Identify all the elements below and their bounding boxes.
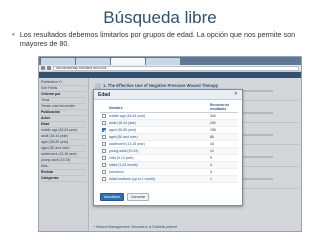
result-count: 344 — [210, 114, 216, 118]
column-header-name[interactable]: Nombre — [100, 106, 210, 110]
table-row: aged (65-80 year) 198 — [100, 127, 238, 134]
forward-icon[interactable] — [47, 66, 51, 70]
age-group-name[interactable]: aged (80 and over) — [109, 135, 210, 139]
age-group-name[interactable]: preschool — [109, 170, 210, 174]
age-group-name[interactable]: adolescent (13-18 year) — [109, 142, 210, 146]
browser-url-bar: ovid.aulaovidsp.com/beta.ovid.com/... — [39, 65, 301, 72]
table-row: infant (1-23 month) 4 — [100, 162, 238, 169]
browser-tab-bar — [39, 57, 301, 65]
back-icon[interactable] — [41, 66, 45, 70]
slide-title: Búsqueda libre — [103, 8, 217, 27]
address-input[interactable]: ovid.aulaovidsp.com/beta.ovid.com/... — [53, 65, 299, 71]
table-row: adolescent (13-18 year) 16 — [100, 141, 238, 148]
browser-tab[interactable] — [76, 58, 110, 65]
age-group-name[interactable]: aged (65-80 year) — [109, 128, 210, 132]
result-count: 3 — [210, 170, 212, 174]
bullet-dot-icon: • — [12, 30, 15, 39]
row-checkbox[interactable] — [102, 135, 106, 139]
browser-tab[interactable] — [41, 58, 75, 65]
table-row: middle age (45-64 year) 344 — [100, 113, 238, 120]
result-count: 4 — [210, 163, 212, 167]
age-group-name[interactable]: infant (1-23 month) — [109, 163, 210, 167]
modal-overlay: Edad ✕ Nombre Recuento de resultados mid… — [39, 78, 301, 231]
result-count: 86 — [210, 135, 214, 139]
row-checkbox[interactable] — [102, 177, 106, 181]
browser-tab[interactable] — [146, 58, 180, 65]
browser-tab-active[interactable] — [111, 58, 145, 65]
dialog-actions: Actualizar Cancelar — [100, 193, 150, 201]
cancel-button[interactable]: Cancelar — [126, 193, 150, 201]
table-row: aged (80 and over) 86 — [100, 134, 238, 141]
row-checkbox[interactable] — [102, 142, 106, 146]
row-checkbox[interactable] — [102, 156, 106, 160]
row-checkbox[interactable] — [102, 149, 106, 153]
age-group-name[interactable]: middle age (45-64 year) — [109, 114, 210, 118]
age-group-name[interactable]: infant newborn (up to 1 month) — [109, 177, 210, 181]
result-count: 9 — [210, 156, 212, 160]
result-count: 198 — [210, 128, 216, 132]
slide-bullet: • Los resultados debemos limitarlos por … — [12, 30, 312, 48]
row-checkbox[interactable] — [102, 163, 106, 167]
age-filter-dialog: Edad ✕ Nombre Recuento de resultados mid… — [93, 89, 243, 206]
row-checkbox[interactable] — [102, 121, 106, 125]
page-content: Publication Yr Sort Fields Ordenar por Tema… — [39, 78, 301, 231]
row-checkbox[interactable] — [102, 128, 106, 132]
browser-screenshot: ovid.aulaovidsp.com/beta.ovid.com/... Pu… — [38, 56, 302, 232]
row-checkbox[interactable] — [102, 114, 106, 118]
age-group-name[interactable]: young adult (19-24) — [109, 149, 210, 153]
result-count: 240 — [210, 121, 216, 125]
result-count: 1 — [210, 177, 212, 181]
age-group-name[interactable]: adult (18-44 year) — [109, 121, 210, 125]
update-button[interactable]: Actualizar — [100, 193, 124, 201]
result-count: 12 — [210, 149, 214, 153]
result-count: 16 — [210, 142, 214, 146]
table-row: young adult (19-24) 12 — [100, 148, 238, 155]
dialog-title: Edad — [98, 91, 111, 98]
table-body: middle age (45-64 year) 344 adult (18-44 y… — [100, 113, 238, 183]
column-header-count[interactable]: Recuento de resultados — [210, 104, 238, 111]
dialog-header: Edad ✕ — [94, 90, 242, 100]
age-group-name[interactable]: child (6-12 year) — [109, 156, 210, 160]
table-row: preschool 3 — [100, 169, 238, 176]
row-checkbox[interactable] — [102, 170, 106, 174]
table-row: infant newborn (up to 1 month) 1 — [100, 176, 238, 183]
table-row: child (6-12 year) 9 — [100, 155, 238, 162]
table-row: adult (18-44 year) 240 — [100, 120, 238, 127]
age-table: Nombre Recuento de resultados middle age… — [100, 104, 238, 183]
close-icon[interactable]: ✕ — [234, 92, 238, 97]
bullet-text: Los resultados debemos limitarlos por gr… — [19, 30, 296, 48]
table-header: Nombre Recuento de resultados — [100, 104, 238, 113]
